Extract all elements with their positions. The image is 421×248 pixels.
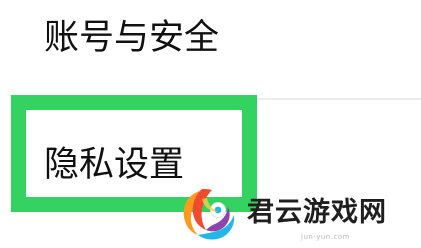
menu-item-label: 账号与安全 [44,18,220,58]
watermark: 君云游戏网 jun-yun.com [173,183,421,248]
menu-item-account-security[interactable]: 账号与安全 [0,0,421,95]
colorful-swirl-logo-icon [183,189,235,240]
watermark-site-name: 君云游戏网 [247,197,387,228]
watermark-domain: jun-yun.com [301,233,350,241]
